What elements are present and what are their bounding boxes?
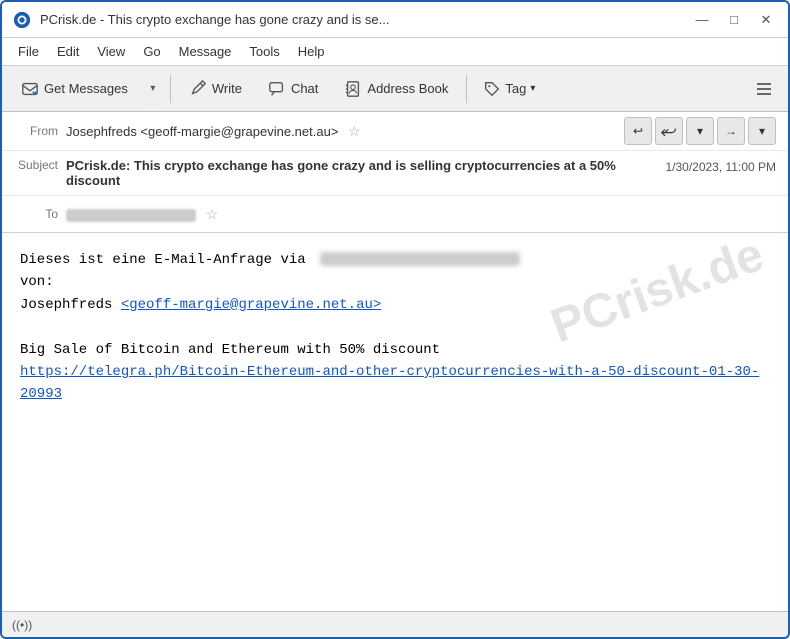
subject-row: Subject PCrisk.de: This crypto exchange … — [2, 151, 788, 196]
get-messages-label: Get Messages — [44, 81, 128, 96]
blurred-url — [320, 252, 520, 266]
main-window: PCrisk.de - This crypto exchange has gon… — [0, 0, 790, 639]
tag-label: Tag — [505, 81, 526, 96]
menu-help[interactable]: Help — [290, 41, 333, 62]
body-line5: https://telegra.ph/Bitcoin-Ethereum-and-… — [20, 361, 770, 406]
window-title: PCrisk.de - This crypto exchange has gon… — [40, 12, 690, 27]
body-line3: Josephfreds <geoff-margie@grapevine.net.… — [20, 294, 770, 316]
forward-button[interactable]: → — [717, 117, 745, 145]
address-book-label: Address Book — [367, 81, 448, 96]
from-label: From — [14, 124, 66, 138]
menu-file[interactable]: File — [10, 41, 47, 62]
menu-bar: File Edit View Go Message Tools Help — [2, 38, 788, 66]
to-star-icon[interactable]: ☆ — [206, 206, 219, 222]
connection-icon: ((•)) — [12, 618, 32, 632]
minimize-button[interactable]: — — [690, 8, 714, 32]
star-icon[interactable]: ☆ — [348, 123, 361, 139]
maximize-button[interactable]: □ — [722, 8, 746, 32]
get-messages-icon — [21, 80, 39, 98]
reply-all-icon — [661, 123, 677, 139]
subject-value: PCrisk.de: This crypto exchange has gone… — [66, 158, 653, 188]
reply-all-button[interactable] — [655, 117, 683, 145]
window-controls: — □ ✕ — [690, 8, 778, 32]
menu-tools[interactable]: Tools — [241, 41, 287, 62]
to-value: ☆ — [66, 206, 776, 223]
tag-dropdown-arrow: ▾ — [530, 83, 535, 94]
app-icon — [12, 10, 32, 30]
more-button[interactable]: ▾ — [748, 117, 776, 145]
get-messages-dropdown[interactable]: ▾ — [143, 73, 163, 105]
address-book-icon — [344, 80, 362, 98]
toolbar-sep-1 — [170, 75, 171, 103]
hamburger-button[interactable] — [748, 73, 780, 105]
reply-button[interactable]: ↩ — [624, 117, 652, 145]
email-header: From Josephfreds <geoff-margie@grapevine… — [2, 112, 788, 233]
status-bar: ((•)) — [2, 611, 788, 637]
subject-label: Subject — [14, 158, 66, 172]
sender-email-link[interactable]: <geoff-margie@grapevine.net.au> — [121, 297, 381, 313]
from-row: From Josephfreds <geoff-margie@grapevine… — [2, 112, 788, 151]
tag-button[interactable]: Tag ▾ — [474, 74, 544, 104]
body-blank — [20, 316, 770, 338]
date-value: 1/30/2023, 11:00 PM — [665, 160, 776, 174]
toolbar: Get Messages ▾ Write Chat — [2, 66, 788, 112]
chat-icon — [268, 80, 286, 98]
body-line4: Big Sale of Bitcoin and Ethereum with 50… — [20, 339, 770, 361]
menu-message[interactable]: Message — [171, 41, 240, 62]
to-blurred — [66, 209, 196, 222]
body-line1: Dieses ist eine E-Mail-Anfrage via — [20, 249, 770, 271]
chat-label: Chat — [291, 81, 318, 96]
close-button[interactable]: ✕ — [754, 8, 778, 32]
crypto-link[interactable]: https://telegra.ph/Bitcoin-Ethereum-and-… — [20, 364, 759, 402]
email-body: PCrisk.de Dieses ist eine E-Mail-Anfrage… — [2, 233, 788, 611]
dropdown-arrow-icon: ▾ — [697, 124, 703, 138]
reply-icon: ↩ — [633, 124, 643, 138]
subject-text: PCrisk.de: This crypto exchange has gone… — [66, 158, 616, 188]
menu-view[interactable]: View — [89, 41, 133, 62]
write-label: Write — [212, 81, 242, 96]
from-text: Josephfreds <geoff-margie@grapevine.net.… — [66, 124, 338, 139]
address-book-button[interactable]: Address Book — [333, 74, 459, 104]
toolbar-sep-2 — [466, 75, 467, 103]
menu-go[interactable]: Go — [135, 41, 168, 62]
from-actions: ↩ ▾ → ▾ — [624, 117, 776, 145]
chat-button[interactable]: Chat — [257, 74, 329, 104]
hamburger-icon — [754, 79, 774, 99]
write-icon — [189, 80, 207, 98]
to-row: To ☆ — [2, 196, 788, 232]
more-dropdown-button[interactable]: ▾ — [686, 117, 714, 145]
menu-edit[interactable]: Edit — [49, 41, 87, 62]
body-line2: von: — [20, 271, 770, 293]
tag-icon — [483, 80, 501, 98]
to-label: To — [14, 207, 66, 221]
get-messages-button[interactable]: Get Messages — [10, 74, 139, 104]
title-bar: PCrisk.de - This crypto exchange has gon… — [2, 2, 788, 38]
write-button[interactable]: Write — [178, 74, 253, 104]
forward-icon: → — [725, 124, 737, 138]
more-arrow-icon: ▾ — [759, 124, 765, 138]
from-value: Josephfreds <geoff-margie@grapevine.net.… — [66, 123, 624, 140]
